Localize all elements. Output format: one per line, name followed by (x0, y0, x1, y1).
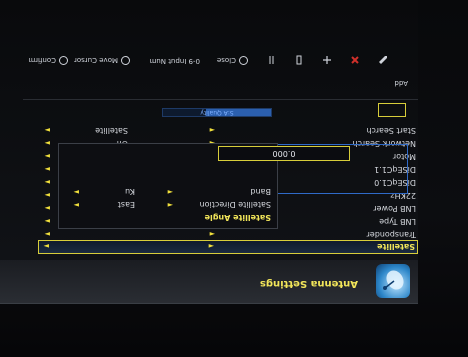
move-cursor-action: Move Cursor (74, 56, 130, 65)
settings-row-label: Start Search (366, 126, 416, 135)
page-title: Antenna Settings (259, 278, 358, 289)
page-key[interactable] (266, 53, 276, 65)
arrow-left-icon[interactable]: ◄ (168, 198, 173, 211)
arrow-right-icon[interactable]: ► (45, 214, 50, 228)
footer-actions: Add (28, 73, 408, 89)
arrow-right-icon[interactable]: ► (44, 239, 49, 253)
confirm-action[interactable]: Confirm (28, 56, 68, 65)
move-cursor-label: Move Cursor (73, 56, 118, 65)
arrow-right-icon[interactable]: ► (45, 162, 50, 176)
satellite-dish-icon (376, 264, 410, 298)
battery-icon (294, 53, 304, 65)
settings-row-value: Satellite (95, 126, 128, 135)
signal-quality-label: S:A Quality (200, 109, 234, 116)
settings-row[interactable]: Transponder ◄ ► (38, 227, 418, 241)
footer-legend: Close 0-9 Input Num Move Cursor Confirm (28, 51, 388, 65)
signal-quality-bar: S:A Quality (162, 108, 272, 117)
input-num-label: 0-9 Input Num (149, 57, 200, 65)
arrow-right-icon[interactable]: ► (45, 201, 50, 215)
arrow-right-icon[interactable]: ► (45, 136, 50, 150)
arrow-right-icon[interactable]: ► (74, 198, 79, 211)
close-action[interactable]: Close (217, 56, 248, 65)
arrow-left-icon[interactable]: ◄ (210, 123, 215, 137)
arrow-right-icon[interactable]: ► (45, 227, 50, 241)
arrow-right-icon[interactable]: ► (45, 123, 50, 137)
title-bar: Antenna Settings (0, 258, 418, 304)
popup-row-label: Satellite Angle (204, 213, 271, 222)
popup-row[interactable]: Satellite Direction ◄ East ► (65, 198, 271, 211)
settings-row[interactable]: Satellite ◄ ► (38, 240, 418, 254)
popup-row-label: Band (250, 187, 271, 196)
red-key[interactable] (378, 53, 388, 65)
delete-icon (350, 53, 360, 65)
green-key[interactable] (350, 53, 360, 65)
ok-key-icon (59, 56, 68, 65)
move-icon (322, 53, 332, 65)
arrow-left-icon[interactable]: ◄ (168, 185, 173, 198)
antenna-settings-screen: Antenna Settings Satellite ◄ ► Transponder ◄… (0, 0, 468, 357)
exit-key-icon (239, 56, 248, 65)
arrow-right-icon[interactable]: ► (45, 149, 50, 163)
settings-row-label: LNB Power (373, 204, 416, 213)
arrow-right-icon[interactable]: ► (45, 188, 50, 202)
arrow-right-icon[interactable]: ► (74, 185, 79, 198)
settings-row[interactable]: Start Search ◄ Satellite ► (38, 123, 418, 137)
arrow-keys-icon (121, 56, 130, 65)
arrow-left-icon[interactable]: ◄ (210, 227, 215, 241)
arrow-left-icon[interactable]: ◄ (209, 239, 214, 253)
close-label: Close (216, 56, 236, 65)
popup-row-value: East (117, 200, 135, 209)
popup-row-value: Ku (125, 187, 135, 196)
popup-row[interactable]: Band ◄ Ku ► (65, 185, 271, 198)
satellite-value-box[interactable] (378, 103, 406, 117)
footer-divider (23, 99, 418, 100)
arrow-right-icon[interactable]: ► (45, 175, 50, 189)
pencil-icon (378, 53, 388, 65)
popup-row[interactable]: Satellite Angle (65, 211, 271, 224)
add-action[interactable]: Add (394, 79, 408, 87)
settings-row-label: Transponder (366, 230, 416, 239)
confirm-label: Confirm (28, 56, 56, 65)
input-num-action: 0-9 Input Num (149, 57, 200, 65)
settings-row-label: LNB Type (379, 217, 416, 226)
yellow-key[interactable] (322, 53, 332, 65)
satellite-angle-input[interactable]: 0.000 (218, 146, 350, 161)
popup-row-label: Satellite Direction (199, 200, 271, 209)
add-label: Add (394, 79, 408, 87)
blue-key[interactable] (294, 53, 304, 65)
page-icon (266, 53, 276, 65)
settings-row-label: Satellite (377, 242, 415, 251)
